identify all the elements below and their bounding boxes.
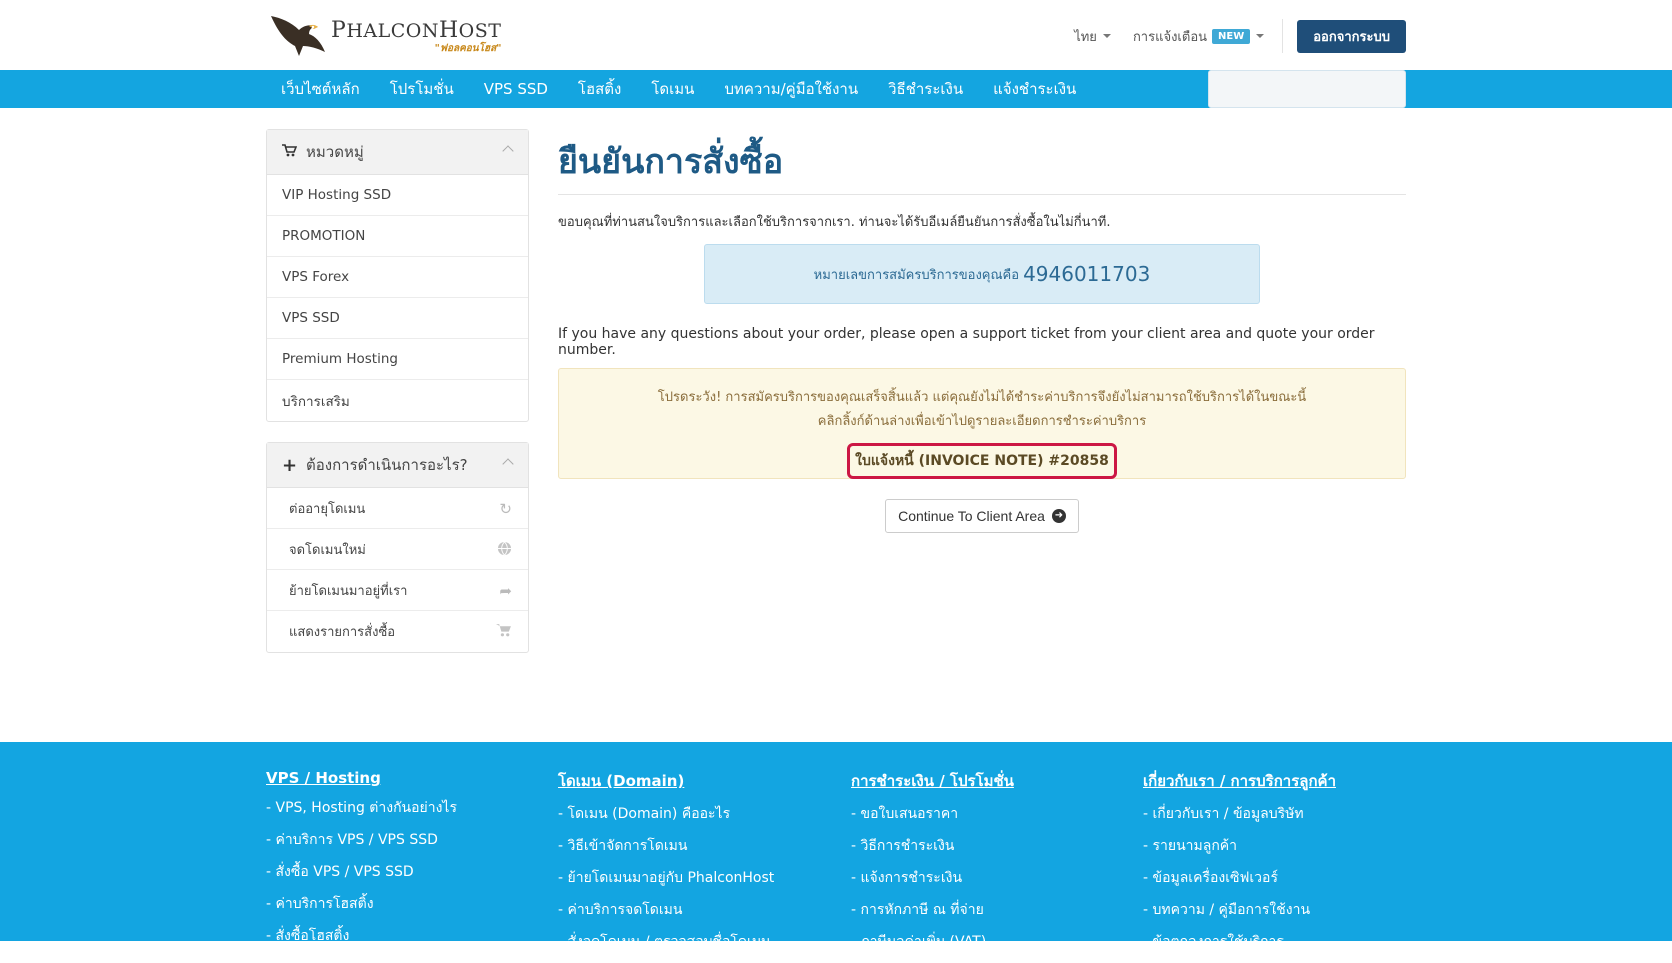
refresh-icon: ↻	[499, 500, 512, 518]
nav-item-home[interactable]: เว็บไซต์หลัก	[266, 70, 375, 108]
invoice-link[interactable]: ใบแจ้งหนี้ (INVOICE NOTE) #20858	[847, 443, 1117, 479]
footer-col-title[interactable]: เกี่ยวกับเรา / การบริการลูกค้า	[1143, 769, 1423, 793]
sidebar-action-view-cart[interactable]: แสดงรายการสั่งซื้อ	[267, 611, 528, 652]
actions-panel-header[interactable]: + ต้องการดำเนินการอะไร?	[267, 443, 528, 488]
chevron-up-icon[interactable]	[502, 458, 514, 470]
site-header: PHALCONHOST "ฟอลคอนโฮส" ไทย การแจ้งเตือน…	[0, 0, 1672, 70]
globe-icon	[497, 541, 512, 560]
sidebar-action-register-domain[interactable]: จดโดเมนใหม่	[267, 529, 528, 570]
action-label: แสดงรายการสั่งซื้อ	[289, 625, 396, 640]
main-nav: เว็บไซต์หลัก โปรโมชั่น VPS SSD โฮสติ้ง โ…	[0, 70, 1672, 108]
notifications-dropdown[interactable]: การแจ้งเตือน NEW	[1132, 26, 1265, 47]
categories-panel: หมวดหมู่ VIP Hosting SSD PROMOTION VPS F…	[266, 129, 529, 422]
nav-item-articles[interactable]: บทความ/คู่มือใช้งาน	[709, 70, 873, 108]
cart-icon	[282, 143, 298, 161]
actions-title: ต้องการดำเนินการอะไร?	[306, 456, 468, 474]
nav-item-payment-methods[interactable]: วิธีชำระเงิน	[873, 70, 978, 108]
order-number-box: หมายเลขการสมัครบริการของคุณคือ 494601170…	[704, 244, 1260, 304]
cart-icon	[496, 623, 512, 641]
footer-link[interactable]: - ค่าบริการ VPS / VPS SSD	[266, 829, 546, 861]
caret-down-icon	[1256, 34, 1265, 38]
footer-link[interactable]: - ย้ายโดเมนมาอยู่กับ PhalconHost	[558, 867, 838, 899]
footer-col-title[interactable]: VPS / Hosting	[266, 769, 546, 787]
action-label: ย้ายโดเมนมาอยู่ที่เรา	[289, 583, 408, 599]
nav-item-domain[interactable]: โดเมน	[636, 70, 709, 108]
brand-name: PHALCONHOST	[331, 18, 502, 43]
share-icon: ➦	[499, 582, 512, 600]
logout-button[interactable]: ออกจากระบบ	[1297, 19, 1406, 53]
logo-text: PHALCONHOST "ฟอลคอนโฮส"	[331, 18, 501, 56]
notifications-label: การแจ้งเตือน	[1132, 29, 1208, 45]
categories-panel-header[interactable]: หมวดหมู่	[267, 130, 528, 175]
footer-link[interactable]: - วิธีเข้าจัดการโดเมน	[558, 835, 838, 867]
sidebar-action-transfer-domain[interactable]: ย้ายโดเมนมาอยู่ที่เรา ➦	[267, 570, 528, 611]
footer-link[interactable]: - ค่าบริการจดโดเมน	[558, 899, 838, 931]
chevron-up-icon[interactable]	[502, 145, 514, 157]
order-number: 4946011703	[1023, 262, 1151, 286]
footer-link[interactable]: - การหักภาษี ณ ที่จ่าย	[851, 899, 1131, 931]
continue-wrap: Continue To Client Area ➜	[558, 499, 1406, 533]
sidebar-item-vps-forex[interactable]: VPS Forex	[267, 257, 528, 298]
footer-link[interactable]: - แจ้งการชำระเงิน	[851, 867, 1131, 899]
footer-link[interactable]: - โดเมน (Domain) คืออะไร	[558, 803, 838, 835]
footer-link[interactable]: - ขอใบเสนอราคา	[851, 803, 1131, 835]
footer-col-title[interactable]: การชำระเงิน / โปรโมชั่น	[851, 769, 1131, 793]
site-footer: VPS / Hosting - VPS, Hosting ต่างกันอย่า…	[0, 742, 1672, 950]
divider	[1282, 19, 1284, 53]
plus-icon: +	[282, 454, 298, 476]
actions-panel: + ต้องการดำเนินการอะไร? ต่ออายุโดเมน ↻ จ…	[266, 442, 529, 653]
sidebar-item-vip-hosting-ssd[interactable]: VIP Hosting SSD	[267, 175, 528, 216]
sidebar-item-vps-ssd[interactable]: VPS SSD	[267, 298, 528, 339]
alert-text: โปรดระวัง! การสมัครบริการของคุณเสร็จสิ้น…	[657, 390, 1307, 405]
support-message: If you have any questions about your ord…	[558, 326, 1375, 358]
nav-item-payment-notify[interactable]: แจ้งชำระเงิน	[978, 70, 1091, 108]
footer-link[interactable]: - ข้อมูลเครื่องเซิฟเวอร์	[1143, 867, 1423, 899]
footer-col-domain: โดเมน (Domain) - โดเมน (Domain) คืออะไร …	[558, 769, 838, 963]
nav-item-hosting[interactable]: โฮสติ้ง	[563, 70, 636, 108]
falcon-logo-icon	[271, 16, 325, 56]
footer-col-title[interactable]: โดเมน (Domain)	[558, 769, 838, 793]
nav-item-promotion[interactable]: โปรโมชั่น	[375, 70, 469, 108]
nav-items: เว็บไซต์หลัก โปรโมชั่น VPS SSD โฮสติ้ง โ…	[266, 70, 1091, 108]
footer-link[interactable]: - สั่งซื้อโฮสติ้ง	[266, 925, 546, 957]
new-badge: NEW	[1212, 28, 1251, 44]
language-label: ไทย	[1074, 29, 1097, 45]
action-label: จดโดเมนใหม่	[289, 542, 366, 558]
sidebar-item-premium-hosting[interactable]: Premium Hosting	[267, 339, 528, 380]
footer-link[interactable]: - ภาษีมูลค่าเพิ่ม (VAT)	[851, 931, 1131, 963]
footer-col-about: เกี่ยวกับเรา / การบริการลูกค้า - เกี่ยวก…	[1143, 769, 1423, 963]
continue-to-client-area-button[interactable]: Continue To Client Area ➜	[885, 499, 1079, 533]
site-logo[interactable]: PHALCONHOST "ฟอลคอนโฮส"	[269, 12, 501, 58]
footer-link[interactable]: - รายนามลูกค้า	[1143, 835, 1423, 867]
sidebar-item-addons[interactable]: บริการเสริม	[267, 380, 528, 421]
footer-link[interactable]: - บทความ / คู่มือการใช้งาน	[1143, 899, 1423, 931]
footer-col-vps-hosting: VPS / Hosting - VPS, Hosting ต่างกันอย่า…	[266, 769, 546, 957]
thanks-message: ขอบคุณที่ท่านสนใจบริการและเลือกใช้บริการ…	[558, 215, 1111, 230]
main-content: ยืนยันการสั่งซื้อ ขอบคุณที่ท่านสนใจบริกา…	[558, 108, 1406, 533]
language-dropdown[interactable]: ไทย	[1074, 26, 1111, 47]
continue-label: Continue To Client Area	[898, 508, 1045, 524]
nav-item-vps-ssd[interactable]: VPS SSD	[469, 70, 563, 108]
footer-link[interactable]: - ค่าบริการโฮสติ้ง	[266, 893, 546, 925]
arrow-circle-right-icon: ➜	[1051, 509, 1066, 523]
footer-link[interactable]: - สั่งจดโดเมน / ตรวจสอบชื่อโดเมน	[558, 931, 838, 963]
alert-text: คลิกลิ้งก์ด้านล่างเพื่อเข้าไปดูรายละเอีย…	[817, 414, 1147, 429]
order-number-label: หมายเลขการสมัครบริการของคุณคือ	[813, 267, 1020, 283]
brand-tagline: "ฟอลคอนโฮส"	[434, 43, 502, 54]
page-title: ยืนยันการสั่งซื้อ	[558, 134, 1406, 195]
nav-search-input[interactable]	[1208, 70, 1406, 108]
footer-link[interactable]: - VPS, Hosting ต่างกันอย่างไร	[266, 797, 546, 829]
action-label: ต่ออายุโดเมน	[289, 501, 366, 517]
header-actions: ไทย การแจ้งเตือน NEW ออกจากระบบ	[1074, 19, 1406, 53]
footer-link[interactable]: - ข้อตกลงการใช้บริการ	[1143, 931, 1423, 963]
footer-link[interactable]: - เกี่ยวกับเรา / ข้อมูลบริษัท	[1143, 803, 1423, 835]
caret-down-icon	[1102, 34, 1111, 38]
categories-title: หมวดหมู่	[306, 143, 364, 161]
footer-link[interactable]: - สั่งซื้อ VPS / VPS SSD	[266, 861, 546, 893]
payment-warning-alert: โปรดระวัง! การสมัครบริการของคุณเสร็จสิ้น…	[558, 368, 1406, 479]
sidebar-item-promotion[interactable]: PROMOTION	[267, 216, 528, 257]
footer-link[interactable]: - วิธีการชำระเงิน	[851, 835, 1131, 867]
sidebar-action-renew-domain[interactable]: ต่ออายุโดเมน ↻	[267, 488, 528, 529]
footer-col-payment: การชำระเงิน / โปรโมชั่น - ขอใบเสนอราคา -…	[851, 769, 1131, 963]
